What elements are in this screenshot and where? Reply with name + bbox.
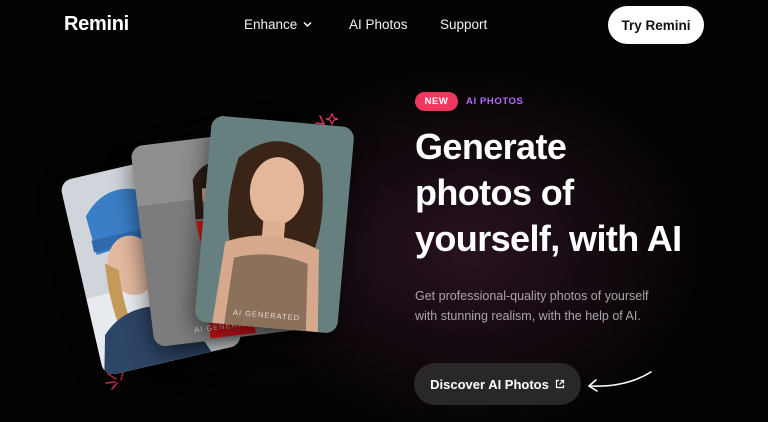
category-label: AI PHOTOS bbox=[466, 96, 524, 107]
nav-link-support[interactable]: Support bbox=[440, 17, 487, 32]
headline-line: Generate bbox=[415, 126, 567, 167]
hero-subtext: Get professional-quality photos of yours… bbox=[415, 286, 715, 326]
subtext-line: Get professional-quality photos of yours… bbox=[415, 289, 649, 303]
curved-arrow-icon bbox=[588, 371, 652, 392]
external-link-icon bbox=[555, 379, 564, 389]
discover-ai-photos-button[interactable]: Discover AI Photos bbox=[414, 363, 581, 405]
top-navbar: Remini Enhance AI Photos Support Try Rem… bbox=[0, 0, 768, 52]
portrait-image bbox=[194, 115, 355, 334]
subtext-line: with stunning realism, with the help of … bbox=[415, 309, 641, 323]
new-badge: NEW bbox=[415, 92, 458, 111]
chevron-down-icon[interactable] bbox=[303, 20, 312, 29]
discover-button-label: Discover AI Photos bbox=[430, 376, 549, 392]
headline-line: photos of bbox=[415, 172, 574, 213]
nav-link-enhance[interactable]: Enhance bbox=[244, 17, 297, 32]
remini-logo[interactable]: Remini bbox=[64, 13, 129, 36]
headline-line: yourself, with AI bbox=[415, 218, 682, 259]
ai-photo-card-portrait: AI GENERATED bbox=[194, 115, 355, 334]
hero-headline: Generate photos of yourself, with AI bbox=[415, 124, 735, 262]
nav-link-ai-photos[interactable]: AI Photos bbox=[349, 17, 408, 32]
try-remini-button[interactable]: Try Remini bbox=[608, 6, 704, 44]
